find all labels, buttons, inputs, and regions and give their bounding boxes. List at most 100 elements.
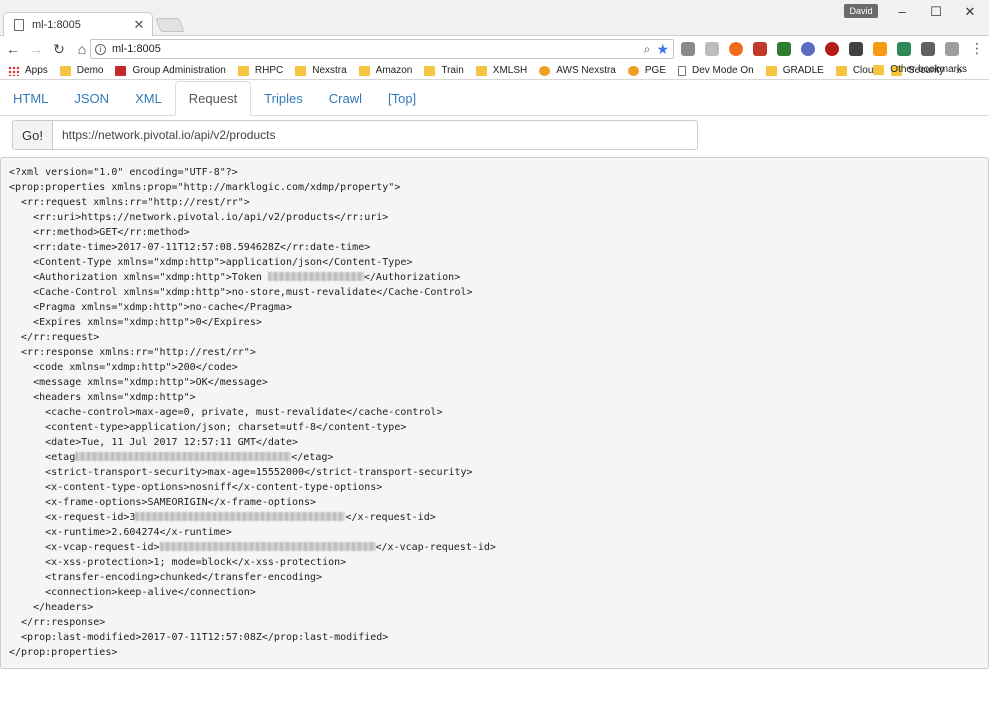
tab-request[interactable]: Request [174,81,252,116]
tab-html[interactable]: HTML [0,81,61,116]
site-info-icon[interactable]: i [95,43,106,55]
xml-line: <x-request-id>3 </x-request-id> [9,512,436,523]
browser-tab[interactable]: ml-1:8005 ✕ [3,12,153,36]
tab-triples[interactable]: Triples [251,81,316,116]
xml-line: <x-content-type-options>nosniff</x-conte… [9,482,383,493]
bookmark-label: Apps [25,65,48,76]
redacted-value [267,272,364,281]
maximize-icon[interactable]: ☐ [926,4,946,20]
bookmark-label: XMLSH [492,65,528,76]
minimize-icon[interactable]: – [892,4,912,20]
redacted-value [159,542,376,551]
xml-line: <etag </etag> [9,452,334,463]
reload-icon[interactable]: ↻ [49,39,69,59]
extension-icon[interactable] [705,42,719,56]
xml-line: <?xml version="1.0" encoding="UTF-8"?> [9,167,238,178]
extension-icon[interactable] [921,42,935,56]
go-button[interactable]: Go! [12,120,53,150]
xml-line: <x-xss-protection>1; mode=block</x-xss-p… [9,557,347,568]
request-url-input[interactable] [53,120,698,150]
browser-menu-icon[interactable]: ⋮ [970,40,984,57]
xml-line: <x-runtime>2.604274</x-runtime> [9,527,232,538]
xml-line: <Cache-Control xmlns="xdmp:http">no-stor… [9,287,473,298]
folder-icon [765,65,777,76]
profile-badge[interactable]: David [844,4,878,18]
xml-line: <rr:uri>https://network.pivotal.io/api/v… [9,212,389,223]
folder-icon [358,65,370,76]
xml-line: </prop:properties> [9,647,118,658]
browser-title-bar: ml-1:8005 ✕ David – ☐ ✕ [0,0,989,36]
bookmark-item[interactable]: PGE [627,65,666,76]
bookmark-label: Dev Mode On [692,65,754,76]
extension-icon[interactable] [729,42,743,56]
folder-icon [475,65,487,76]
extension-icon[interactable] [945,42,959,56]
bookmark-label: Amazon [375,65,413,76]
close-tab-icon[interactable]: ✕ [132,17,146,33]
bookmark-item[interactable]: GRADLE [765,65,824,76]
folder-icon [295,65,307,76]
xml-line: <rr:date-time>2017-07-11T12:57:08.594628… [9,242,371,253]
xml-line: </headers> [9,602,94,613]
xml-line: <Expires xmlns="xdmp:http">0</Expires> [9,317,262,328]
view-tabs: HTML JSON XML Request Triples Crawl [Top] [0,81,989,116]
xml-line: <date>Tue, 11 Jul 2017 12:57:11 GMT</dat… [9,437,298,448]
other-bookmarks[interactable]: Other bookmarks [873,64,967,75]
extension-icon[interactable] [681,42,695,56]
bookmark-item[interactable]: Demo [59,65,103,76]
bookmark-item[interactable]: Train [424,65,464,76]
bookmark-label: Nexstra [312,65,347,76]
address-text[interactable]: ml-1:8005 [112,43,644,55]
bookmark-item[interactable]: Nexstra [295,65,347,76]
xml-line: <headers xmlns="xdmp:http"> [9,392,196,403]
bookmark-label: PGE [644,65,666,76]
bookmark-item[interactable]: XMLSH [475,65,528,76]
folder-icon [424,65,436,76]
forward-arrow-icon[interactable]: → [26,39,46,59]
folder-icon [835,65,847,76]
folder-icon [237,65,249,76]
request-form: Go! [12,120,698,150]
bookmark-item[interactable]: Apps [8,65,48,76]
close-window-icon[interactable]: ✕ [960,4,980,20]
aws-icon [539,65,551,76]
extension-icon[interactable] [777,42,791,56]
folder-icon [873,64,885,75]
back-arrow-icon[interactable]: ← [3,39,23,59]
bookmark-label: RHPC [254,65,284,76]
extension-icon[interactable] [897,42,911,56]
xml-line: <rr:response xmlns:rr="http://rest/rr"> [9,347,256,358]
bookmarks-bar: Apps Demo Group Administration RHPC Nexstra A… [0,62,989,80]
tab-top[interactable]: [Top] [375,81,429,116]
new-tab-button[interactable] [155,18,185,32]
extension-icon[interactable] [753,42,767,56]
xml-line: <Authorization xmlns="xdmp:http">Token <… [9,272,461,283]
xml-line: <x-frame-options>SAMEORIGIN</x-frame-opt… [9,497,317,508]
xml-line: </rr:request> [9,332,100,343]
home-icon[interactable]: ⌂ [72,39,92,59]
extension-icon[interactable] [873,42,887,56]
bookmark-item[interactable]: Group Administration [115,65,226,76]
xml-line: <Pragma xmlns="xdmp:http">no-cache</Prag… [9,302,292,313]
bookmark-item[interactable]: Dev Mode On [678,65,754,76]
tab-crawl[interactable]: Crawl [316,81,375,116]
bookmark-item[interactable]: RHPC [237,65,284,76]
bookmark-star-icon[interactable]: ★ [656,41,669,58]
tab-json[interactable]: JSON [61,81,122,116]
extension-icon[interactable] [849,42,863,56]
extension-icon[interactable] [801,42,815,56]
bookmark-label: AWS Nexstra [556,65,616,76]
bookmark-item[interactable]: AWS Nexstra [539,65,616,76]
bookmark-item[interactable]: Amazon [358,65,413,76]
extension-icon[interactable] [825,42,839,56]
group-admin-icon [115,65,127,76]
xml-line: <message xmlns="xdmp:http">OK</message> [9,377,268,388]
address-bar[interactable]: i ml-1:8005 ⌕ ★ [90,39,674,59]
redacted-value [135,512,346,521]
xml-line: <content-type>application/json; charset=… [9,422,407,433]
xml-output-panel: <?xml version="1.0" encoding="UTF-8"?> <p… [0,157,989,669]
tab-xml[interactable]: XML [122,81,175,116]
apps-grid-icon [8,65,19,76]
zoom-icon[interactable]: ⌕ [644,42,651,57]
bookmark-label: Group Administration [132,65,226,76]
